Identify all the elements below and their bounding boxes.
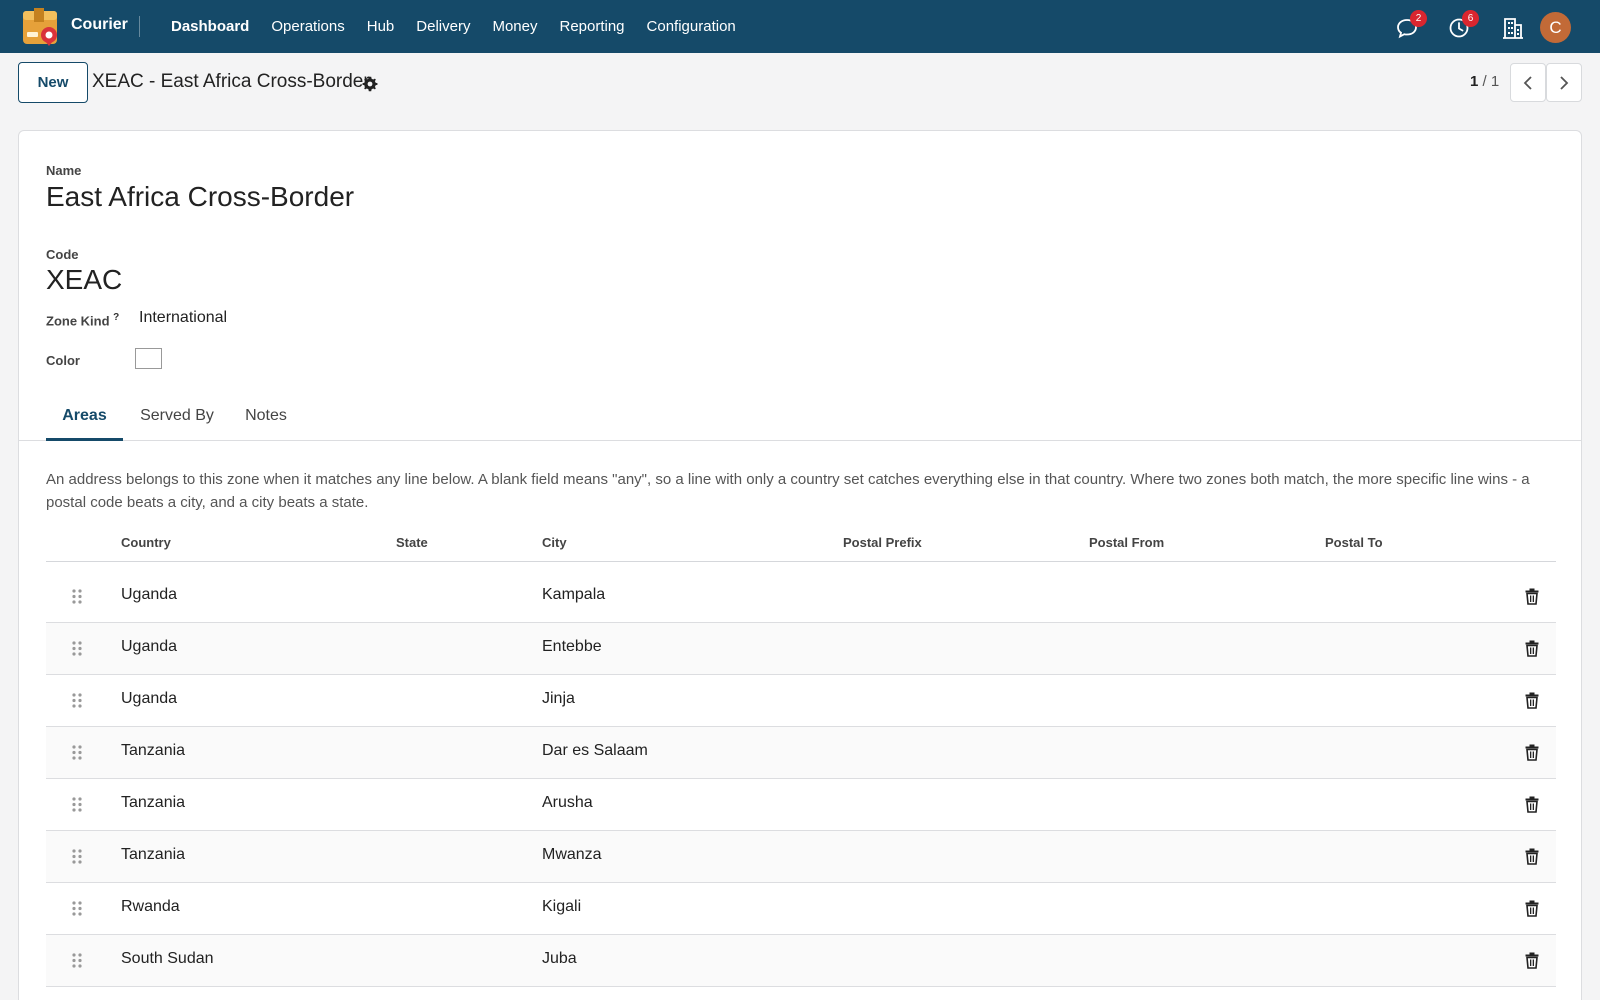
trash-icon[interactable] bbox=[1525, 848, 1539, 865]
drag-handle-icon[interactable] bbox=[71, 796, 83, 813]
gear-icon[interactable] bbox=[362, 76, 378, 92]
trash-icon[interactable] bbox=[1525, 900, 1539, 917]
table-row[interactable]: South Sudan Juba bbox=[46, 935, 1556, 987]
trash-icon[interactable] bbox=[1525, 640, 1539, 657]
trash-icon[interactable] bbox=[1525, 692, 1539, 709]
table-row[interactable]: Tanzania Mwanza bbox=[46, 831, 1556, 883]
column-city[interactable]: City bbox=[542, 535, 567, 550]
column-postal-to[interactable]: Postal To bbox=[1325, 535, 1383, 550]
drag-handle-icon[interactable] bbox=[71, 588, 83, 605]
navbar-divider bbox=[139, 16, 140, 37]
app-name[interactable]: Courier bbox=[71, 16, 128, 34]
drag-handle-icon[interactable] bbox=[71, 848, 83, 865]
trash-icon[interactable] bbox=[1525, 588, 1539, 605]
cell-country[interactable]: Uganda bbox=[121, 638, 177, 656]
building-icon bbox=[1503, 18, 1523, 39]
color-picker[interactable] bbox=[135, 348, 162, 369]
user-avatar[interactable]: C bbox=[1540, 12, 1571, 43]
table-row[interactable]: Rwanda Kigali bbox=[46, 883, 1556, 935]
tab-areas[interactable]: Areas bbox=[46, 391, 123, 441]
pager-total: / 1 bbox=[1482, 73, 1500, 90]
table-row[interactable]: Tanzania Arusha bbox=[46, 779, 1556, 831]
zone-kind-label-text: Zone Kind bbox=[46, 313, 110, 329]
name-label: Name bbox=[46, 163, 82, 178]
cell-city[interactable]: Jinja bbox=[542, 690, 575, 708]
cell-city[interactable]: Dar es Salaam bbox=[542, 742, 648, 760]
zone-kind-label: Zone Kind ? bbox=[46, 312, 119, 328]
trash-icon[interactable] bbox=[1525, 952, 1539, 969]
company-switcher-button[interactable] bbox=[1500, 14, 1526, 40]
cell-country[interactable]: Tanzania bbox=[121, 742, 185, 760]
menu-item-delivery[interactable]: Delivery bbox=[405, 0, 481, 53]
code-label: Code bbox=[46, 247, 79, 262]
zone-kind-help-tooltip[interactable]: ? bbox=[113, 312, 119, 323]
areas-table-header: Country State City Postal Prefix Postal … bbox=[46, 523, 1556, 562]
new-record-button[interactable]: New bbox=[18, 62, 88, 103]
zone-kind-field[interactable]: International bbox=[139, 309, 227, 327]
trash-icon[interactable] bbox=[1525, 744, 1539, 761]
cell-country[interactable]: Uganda bbox=[121, 586, 177, 604]
chevron-right-icon bbox=[1560, 75, 1569, 90]
cell-city[interactable]: Kigali bbox=[542, 898, 581, 916]
table-row[interactable]: Uganda Jinja bbox=[46, 675, 1556, 727]
menu-item-hub[interactable]: Hub bbox=[356, 0, 406, 53]
tab-served-by[interactable]: Served By bbox=[137, 391, 217, 441]
column-state[interactable]: State bbox=[396, 535, 428, 550]
column-country[interactable]: Country bbox=[121, 535, 171, 550]
drag-handle-icon[interactable] bbox=[71, 692, 83, 709]
messages-button[interactable]: 2 bbox=[1396, 10, 1427, 40]
notebook-tabs: Areas Served By Notes bbox=[19, 391, 1581, 441]
menu-item-money[interactable]: Money bbox=[481, 0, 548, 53]
column-postal-prefix[interactable]: Postal Prefix bbox=[843, 535, 922, 550]
menu-item-reporting[interactable]: Reporting bbox=[548, 0, 635, 53]
menu-item-dashboard[interactable]: Dashboard bbox=[160, 0, 260, 53]
drag-handle-icon[interactable] bbox=[71, 952, 83, 969]
messages-count-badge: 2 bbox=[1410, 10, 1427, 27]
cell-city[interactable]: Mwanza bbox=[542, 846, 602, 864]
drag-handle-icon[interactable] bbox=[71, 640, 83, 657]
areas-help-text: An address belongs to this zone when it … bbox=[46, 471, 1530, 511]
cell-city[interactable]: Arusha bbox=[542, 794, 593, 812]
cell-country[interactable]: Tanzania bbox=[121, 794, 185, 812]
breadcrumb-current: XEAC - East Africa Cross-Border bbox=[92, 71, 370, 92]
pager-value[interactable]: 1 / 1 bbox=[1470, 73, 1499, 90]
cell-city[interactable]: Kampala bbox=[542, 586, 605, 604]
pager-next-button[interactable] bbox=[1546, 63, 1582, 102]
pager-current: 1 bbox=[1470, 73, 1479, 90]
activities-count-badge: 6 bbox=[1462, 10, 1479, 27]
code-field[interactable]: XEAC bbox=[46, 264, 122, 296]
name-field[interactable]: East Africa Cross-Border bbox=[46, 181, 354, 213]
courier-box-icon[interactable] bbox=[22, 8, 60, 46]
drag-handle-icon[interactable] bbox=[71, 900, 83, 917]
cell-city[interactable]: Entebbe bbox=[542, 638, 602, 656]
cell-country[interactable]: South Sudan bbox=[121, 950, 214, 968]
cell-country[interactable]: Uganda bbox=[121, 690, 177, 708]
menu-item-configuration[interactable]: Configuration bbox=[636, 0, 747, 53]
table-row[interactable]: Uganda Kampala bbox=[46, 571, 1556, 623]
column-postal-from[interactable]: Postal From bbox=[1089, 535, 1164, 550]
drag-handle-icon[interactable] bbox=[71, 744, 83, 761]
cell-country[interactable]: Tanzania bbox=[121, 846, 185, 864]
tab-notes[interactable]: Notes bbox=[241, 391, 291, 441]
color-label: Color bbox=[46, 353, 80, 368]
cell-city[interactable]: Juba bbox=[542, 950, 577, 968]
activities-button[interactable]: 6 bbox=[1448, 10, 1479, 40]
top-navbar: Courier Dashboard Operations Hub Deliver… bbox=[0, 0, 1600, 53]
menu-item-operations[interactable]: Operations bbox=[260, 0, 355, 53]
table-row[interactable]: Tanzania Dar es Salaam bbox=[46, 727, 1556, 779]
pager-previous-button[interactable] bbox=[1510, 63, 1546, 102]
trash-icon[interactable] bbox=[1525, 796, 1539, 813]
chevron-left-icon bbox=[1523, 75, 1532, 90]
cell-country[interactable]: Rwanda bbox=[121, 898, 180, 916]
main-menu: Dashboard Operations Hub Delivery Money … bbox=[160, 0, 747, 53]
table-row[interactable]: Uganda Entebbe bbox=[46, 623, 1556, 675]
form-sheet: Name East Africa Cross-Border Code XEAC … bbox=[18, 130, 1582, 1000]
